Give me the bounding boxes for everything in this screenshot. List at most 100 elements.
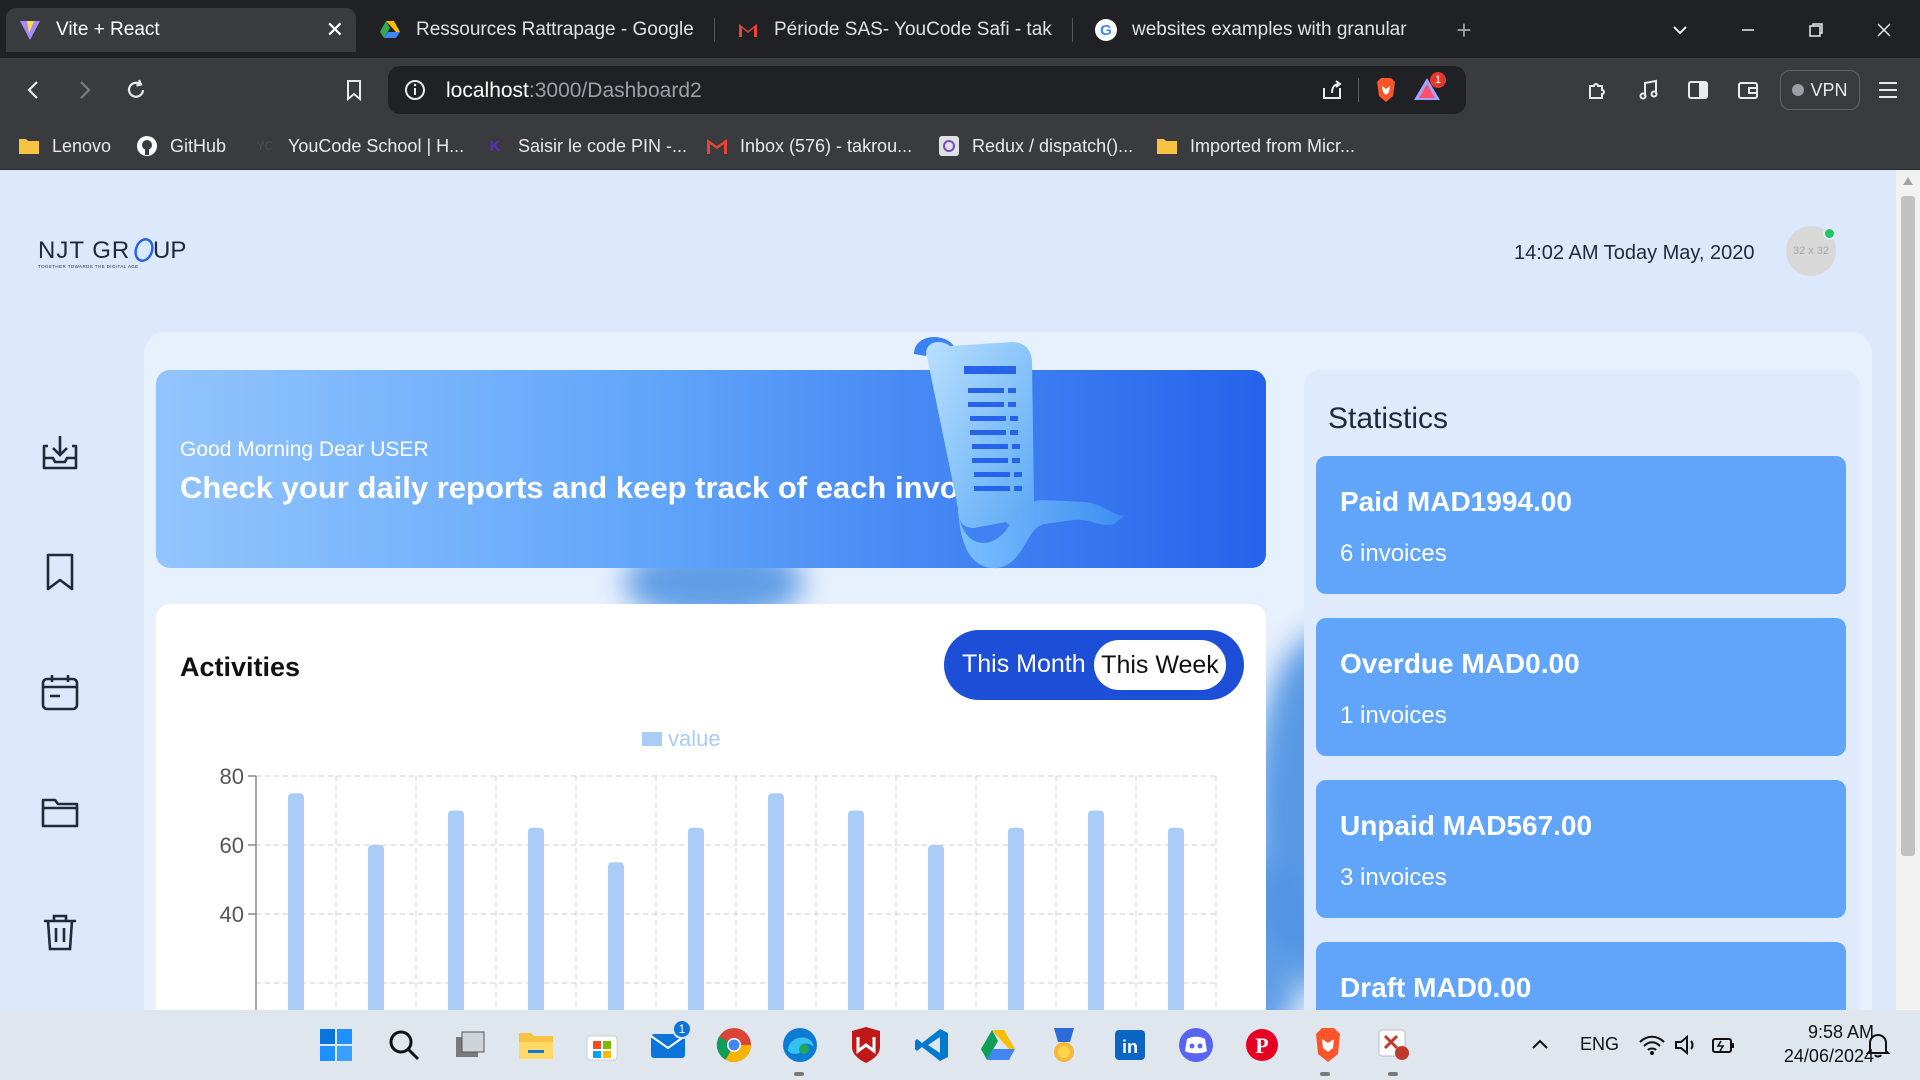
- chart-bar: [768, 793, 784, 1010]
- svg-text:G: G: [1100, 22, 1112, 39]
- tab-search-chevron-icon[interactable]: [1650, 8, 1710, 52]
- bookmark-saisir-pin[interactable]: K Saisir le code PIN -...: [484, 132, 687, 160]
- url-divider: [1358, 78, 1359, 102]
- chrome-icon[interactable]: [714, 1025, 754, 1065]
- search-icon[interactable]: [384, 1025, 424, 1065]
- extensions-icon[interactable]: [1580, 72, 1616, 108]
- menu-icon[interactable]: [1870, 72, 1906, 108]
- tab-title: Vite + React: [56, 19, 160, 40]
- chart-bar: [688, 827, 704, 1010]
- minimize-icon[interactable]: [1718, 8, 1778, 52]
- legend-swatch: [642, 732, 662, 746]
- bookmark-imported[interactable]: Imported from Micr...: [1156, 132, 1355, 160]
- close-tab-icon[interactable]: ✕: [326, 17, 344, 43]
- y-tick-label: 80: [220, 764, 244, 789]
- browser-toolbar: localhost:3000/Dashboard2 1 VPN: [0, 58, 1920, 122]
- restore-icon[interactable]: [1786, 8, 1846, 52]
- chart-bar: [1088, 810, 1104, 1010]
- stat-card-draft[interactable]: Draft MAD0.00: [1316, 942, 1846, 1010]
- mcafee-icon[interactable]: [846, 1025, 886, 1065]
- language-indicator[interactable]: ENG: [1580, 1034, 1619, 1055]
- vscode-icon[interactable]: [912, 1025, 952, 1065]
- receipt-illustration: [914, 336, 1124, 569]
- tab-title: websites examples with granular per: [1132, 19, 1410, 40]
- bookmark-page-icon[interactable]: [336, 72, 372, 108]
- k-icon: K: [489, 137, 501, 155]
- google-drive-icon: [380, 21, 400, 38]
- scroll-up-icon[interactable]: [1902, 176, 1914, 186]
- site-info-icon[interactable]: [404, 79, 426, 101]
- address-bar[interactable]: localhost:3000/Dashboard2 1: [388, 66, 1466, 114]
- rewards-badge: 1: [1430, 72, 1446, 88]
- bookmark-icon[interactable]: [40, 552, 80, 592]
- bookmark-youcode[interactable]: YC YouCode School | H...: [254, 132, 464, 160]
- stat-card-paid[interactable]: Paid MAD1994.00 6 invoices: [1316, 456, 1846, 594]
- wallet-icon[interactable]: [1730, 72, 1766, 108]
- bookmark-github[interactable]: GitHub: [136, 132, 226, 160]
- tab-gmail-sas[interactable]: Période SAS- YouCode Safi - takroun: [724, 8, 1064, 52]
- toggle-this-month[interactable]: This Month: [962, 650, 1086, 679]
- award-icon[interactable]: [1044, 1025, 1084, 1065]
- bookmark-inbox[interactable]: Inbox (576) - takrou...: [706, 132, 912, 160]
- stat-card-unpaid[interactable]: Unpaid MAD567.00 3 invoices: [1316, 780, 1846, 918]
- microsoft-store-icon[interactable]: [582, 1025, 622, 1065]
- tab-separator: [714, 18, 715, 42]
- task-view-icon[interactable]: [450, 1025, 490, 1065]
- windows-start-icon[interactable]: [316, 1025, 356, 1065]
- show-hidden-icons-chevron-icon[interactable]: [1520, 1025, 1560, 1065]
- chart-bar: [448, 810, 464, 1010]
- media-icon[interactable]: [1630, 72, 1666, 108]
- gmail-icon: [739, 24, 757, 37]
- google-drive-icon[interactable]: [978, 1025, 1018, 1065]
- brave-shields-icon[interactable]: [1372, 76, 1400, 104]
- scrollbar-thumb[interactable]: [1901, 196, 1915, 856]
- running-indicator: [1388, 1072, 1398, 1076]
- mail-icon[interactable]: 1: [648, 1019, 692, 1065]
- snipping-tool-icon[interactable]: [1374, 1025, 1414, 1065]
- bookmark-lenovo[interactable]: Lenovo: [18, 132, 111, 160]
- pinterest-icon[interactable]: P: [1242, 1025, 1282, 1065]
- url-host: localhost: [446, 79, 529, 102]
- forward-icon[interactable]: [66, 72, 102, 108]
- tab-google-search[interactable]: G websites examples with granular per: [1082, 8, 1422, 52]
- statistics-title: Statistics: [1328, 402, 1449, 435]
- tab-separator: [1072, 18, 1073, 42]
- inbox-download-icon[interactable]: [40, 432, 80, 472]
- chart-legend[interactable]: value: [642, 730, 721, 751]
- volume-icon[interactable]: [1666, 1025, 1706, 1065]
- y-tick-label: 40: [220, 902, 244, 927]
- reload-icon[interactable]: [118, 72, 154, 108]
- folder-icon: [18, 135, 40, 157]
- folder-icon[interactable]: [40, 792, 80, 832]
- vpn-button[interactable]: VPN: [1780, 70, 1860, 110]
- file-explorer-icon[interactable]: [516, 1025, 556, 1065]
- calendar-icon[interactable]: [40, 672, 80, 712]
- bookmark-redux[interactable]: Redux / dispatch()...: [938, 132, 1133, 160]
- vpn-label: VPN: [1810, 79, 1848, 100]
- discord-icon[interactable]: [1176, 1025, 1216, 1065]
- toggle-this-week[interactable]: This Week: [1094, 640, 1226, 690]
- page-scrollbar[interactable]: [1896, 170, 1920, 1010]
- sidebar-toggle-icon[interactable]: [1680, 72, 1716, 108]
- tab-vite-react[interactable]: Vite + React ✕: [6, 8, 356, 52]
- trash-icon[interactable]: [40, 912, 80, 952]
- chart-grid: [255, 775, 1217, 1010]
- edge-icon[interactable]: [780, 1025, 820, 1065]
- share-icon[interactable]: [1320, 78, 1344, 102]
- stat-count: 6 invoices: [1340, 540, 1447, 567]
- new-tab-button[interactable]: +: [1434, 8, 1494, 52]
- back-icon[interactable]: [16, 72, 52, 108]
- chart-bar: [368, 845, 384, 1010]
- linkedin-icon[interactable]: in: [1110, 1025, 1150, 1065]
- activities-panel: Activities This Month This Week 80 60 40 v…: [156, 604, 1266, 1010]
- system-clock[interactable]: 9:58 AM 24/06/2024: [1750, 1020, 1874, 1068]
- brave-icon[interactable]: [1308, 1025, 1348, 1065]
- tab-google-drive[interactable]: Ressources Rattrapage - Google Driv: [366, 8, 708, 52]
- brave-rewards-icon[interactable]: 1: [1412, 72, 1446, 106]
- notifications-bell-icon[interactable]: [1858, 1025, 1898, 1065]
- stat-card-overdue[interactable]: Overdue MAD0.00 1 invoices: [1316, 618, 1846, 756]
- clock-time: 9:58 AM: [1807, 1022, 1874, 1042]
- battery-icon[interactable]: [1702, 1025, 1742, 1065]
- activities-bar-chart: 80 60 40 value: [220, 730, 1217, 1010]
- close-window-icon[interactable]: [1854, 8, 1914, 52]
